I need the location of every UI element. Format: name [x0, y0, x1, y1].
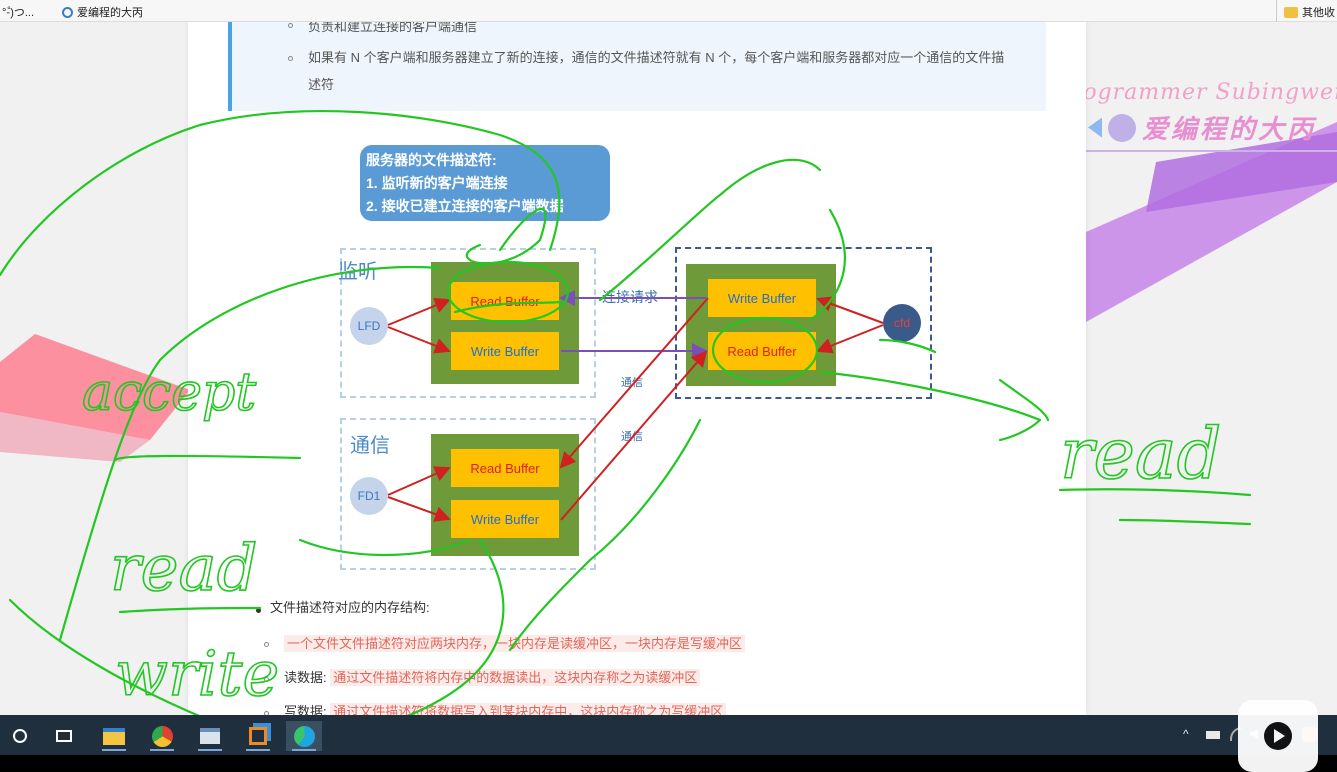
- watermark: Programmer Subingwen.cn 爱编程的大丙: [1056, 80, 1337, 152]
- quote-line: 负责和建立连接的客户端通信: [308, 22, 478, 34]
- active-indicator: [198, 749, 222, 751]
- fd-diagram: 服务器的文件描述符: 1. 监听新的客户端连接 2. 接收已建立连接的客户端数据…: [338, 142, 938, 572]
- browser-content: Programmer Subingwen.cn 爱编程的大丙 负责和建立连接的客…: [0, 22, 1337, 715]
- bookmark-label: 其他收: [1302, 7, 1335, 19]
- list-item: 写数据: 通过文件描述符将数据写入到某块内存中，这块内存称之为写缓冲区: [284, 702, 727, 715]
- active-indicator: [102, 749, 126, 751]
- list-item-prefix: 读数据:: [284, 670, 331, 685]
- task-view-button[interactable]: [46, 721, 82, 751]
- watermark-text: Programmer Subingwen.cn: [1056, 80, 1337, 105]
- taskbar-chrome[interactable]: [144, 721, 180, 751]
- active-indicator: [150, 749, 174, 751]
- chrome-icon: [151, 725, 173, 747]
- cortana-icon: [13, 729, 27, 743]
- bullet-icon: [288, 56, 293, 61]
- taskbar-file-explorer[interactable]: [96, 721, 132, 751]
- bullet-icon: [264, 642, 269, 647]
- task-view-icon: [56, 730, 72, 742]
- bookmark-other-folder[interactable]: 其他收: [1284, 4, 1335, 20]
- app-icon: [249, 727, 267, 745]
- video-player-badge[interactable]: [1238, 700, 1318, 772]
- search-button[interactable]: [2, 721, 38, 751]
- list-item-highlight: 通过文件描述符将内存中的数据读出，这块内存称之为读缓冲区: [330, 669, 701, 686]
- taskbar-edge[interactable]: [286, 721, 322, 751]
- edge-icon: [293, 725, 315, 747]
- ribbon-decoration-right: [1086, 122, 1337, 322]
- active-indicator: [246, 749, 270, 751]
- bookmark-item-1[interactable]: °-゚)つ...: [2, 4, 34, 20]
- battery-icon[interactable]: [1206, 731, 1220, 739]
- watermark-underline: [1056, 150, 1337, 152]
- list-item-highlight: 一个文件文件描述符对应两块内存，一块内存是读缓冲区，一块内存是写缓冲区: [284, 635, 746, 652]
- blockquote: 负责和建立连接的客户端通信 如果有 N 个客户端和服务器建立了新的连接，通信的文…: [228, 22, 1046, 111]
- list-item: 读数据: 通过文件描述符将内存中的数据读出，这块内存称之为读缓冲区: [284, 668, 701, 688]
- bookmark-label: 爱编程的大丙: [77, 7, 143, 19]
- bookmarks-bar: °-゚)つ... 爱编程的大丙 其他收: [0, 0, 1337, 22]
- bookmark-aibiancheng[interactable]: 爱编程的大丙: [62, 4, 143, 20]
- section-title: 文件描述符对应的内存结构:: [270, 600, 430, 615]
- logo-icon: [1108, 113, 1136, 142]
- quote-line: 述符: [308, 77, 335, 92]
- bullet-icon: [288, 23, 293, 28]
- bullet-icon: [264, 677, 269, 682]
- taskbar-app-window[interactable]: [192, 721, 228, 751]
- bookmark-label: °-゚)つ...: [2, 7, 35, 19]
- window-icon: [200, 728, 220, 744]
- watermark-text-cn: 爱编程的大丙: [1142, 114, 1317, 144]
- article-page: 负责和建立连接的客户端通信 如果有 N 个客户端和服务器建立了新的连接，通信的文…: [188, 22, 1086, 715]
- list-item-highlight: 通过文件描述符将数据写入到某块内存中，这块内存称之为写缓冲区: [330, 703, 727, 715]
- search-icon: [62, 6, 73, 18]
- bookmarks-divider: [1276, 0, 1277, 22]
- list-item: 一个文件文件描述符对应两块内存，一块内存是读缓冲区，一块内存是写缓冲区: [284, 634, 746, 654]
- active-indicator: [292, 749, 316, 751]
- taskbar-app-squares[interactable]: [240, 721, 276, 751]
- list-item-prefix: 写数据:: [284, 704, 331, 715]
- play-icon: [1264, 722, 1292, 750]
- quote-line: 如果有 N 个客户端和服务器建立了新的连接，通信的文件描述符就有 N 个，每个客…: [308, 50, 1005, 65]
- diagram-arrows: [387, 290, 884, 522]
- logo-icon: [1088, 117, 1102, 138]
- folder-icon: [1284, 6, 1298, 18]
- screen-bottom: [0, 755, 1337, 772]
- taskbar: ^ 中: [0, 715, 1337, 755]
- ribbon-decoration-left: [0, 334, 190, 462]
- chevron-up-icon[interactable]: ^: [1183, 727, 1189, 741]
- folder-icon: [103, 727, 125, 745]
- bullet-icon: [256, 608, 261, 613]
